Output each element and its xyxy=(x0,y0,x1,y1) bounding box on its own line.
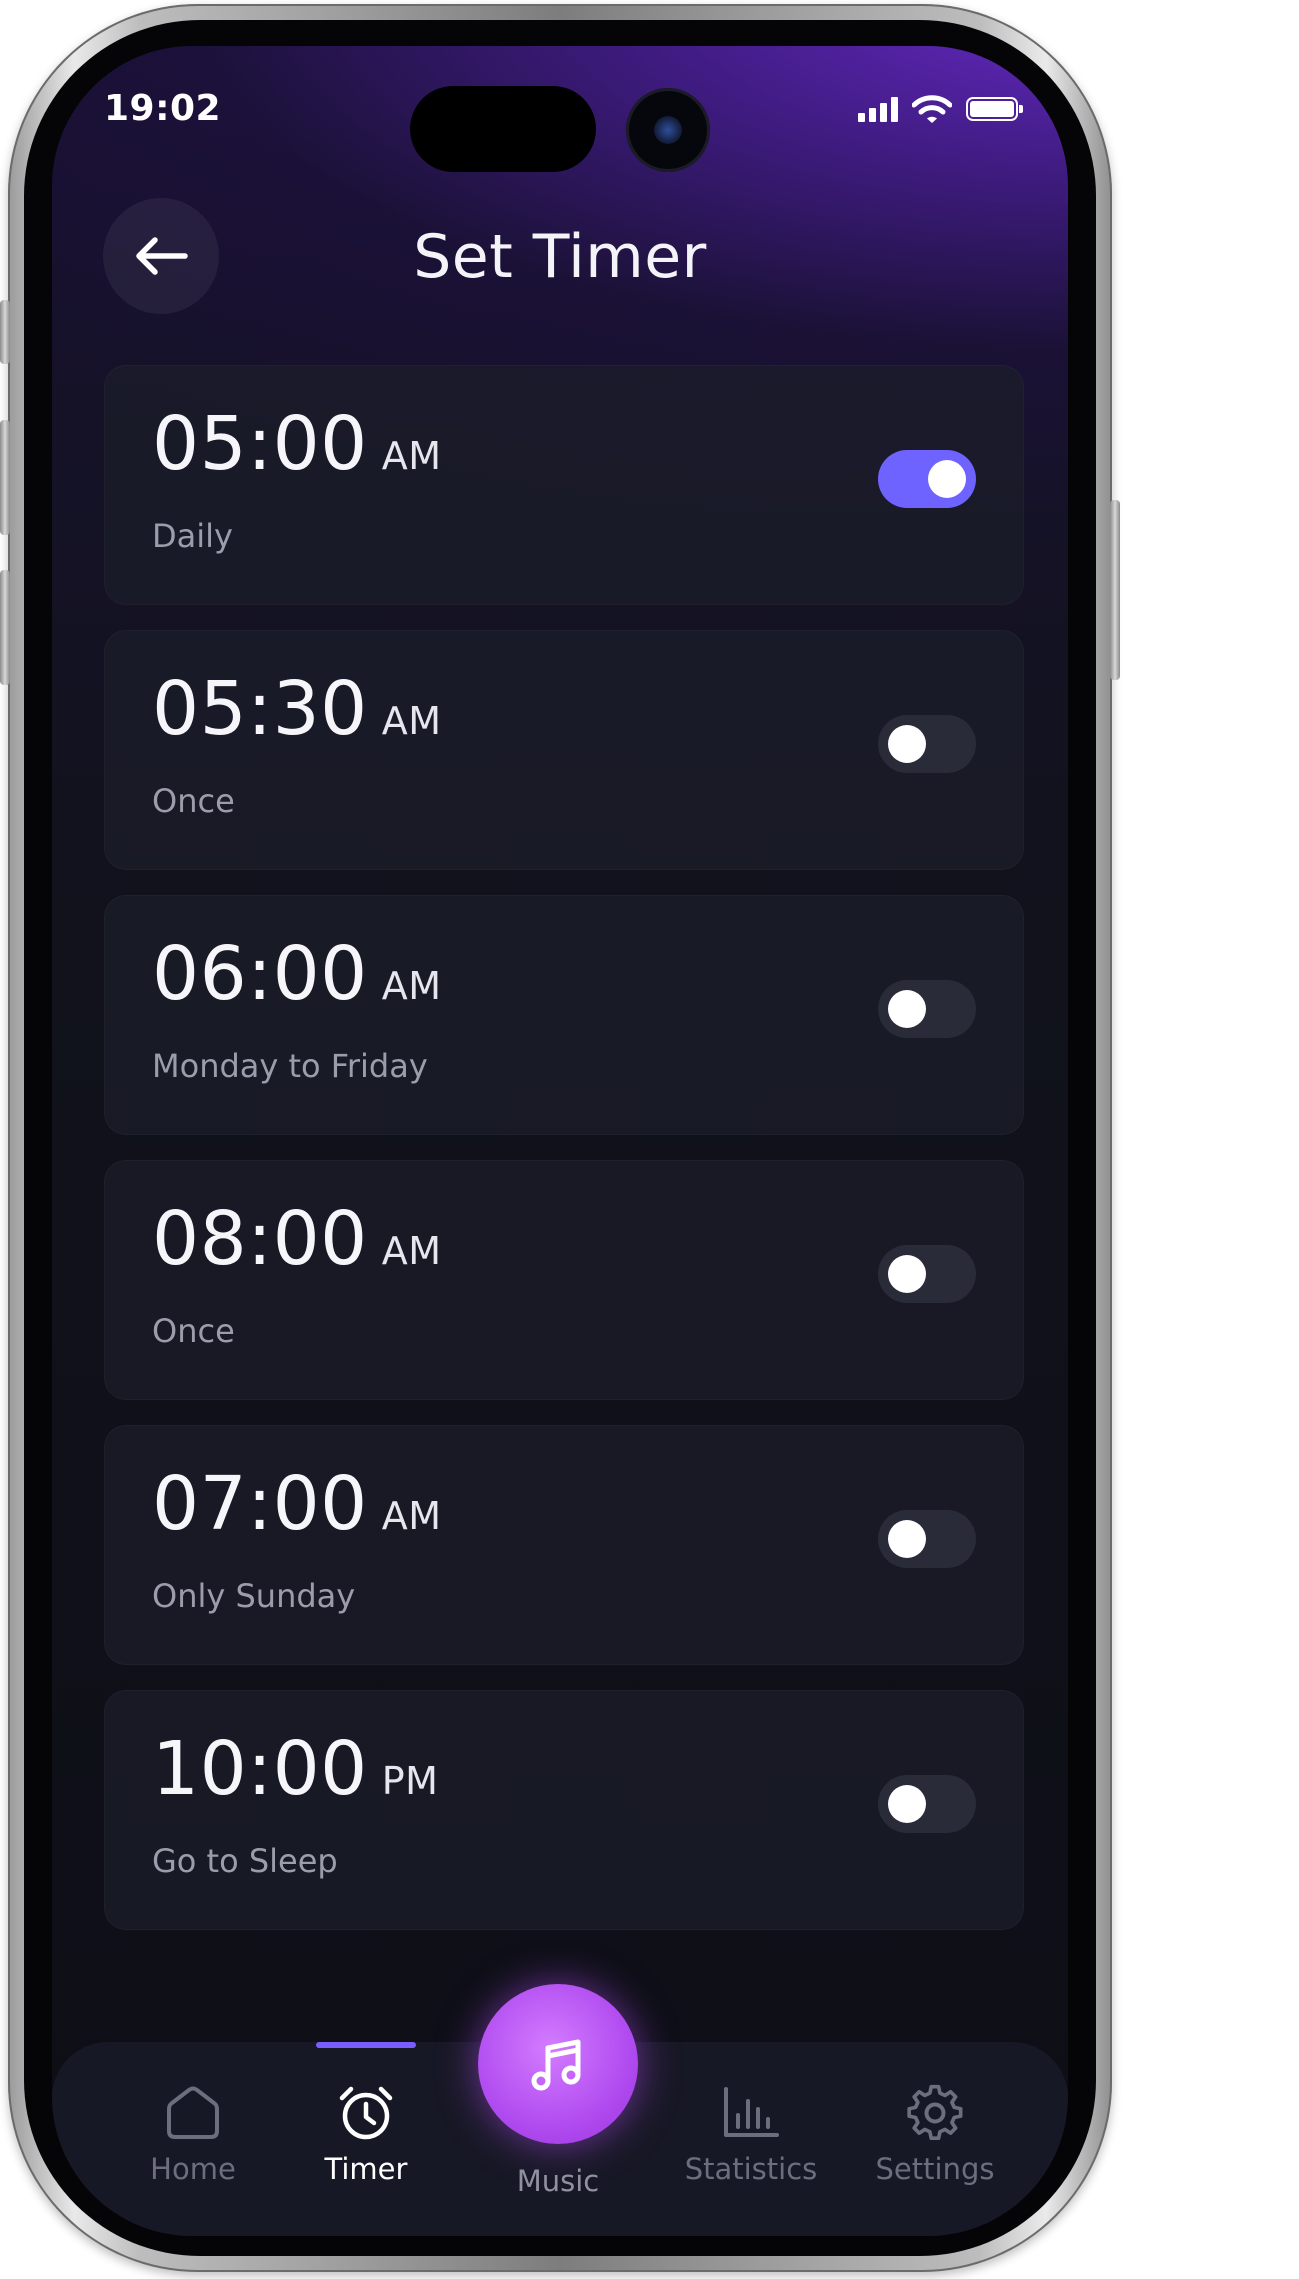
timer-time: 06:00 AM xyxy=(152,931,442,1017)
timer-list: 05:00 AM Daily 05:30 AM Once 06:00 AM Monda… xyxy=(104,365,1024,1955)
timer-period: PM xyxy=(381,1759,439,1803)
toggle-knob xyxy=(888,1520,926,1558)
wifi-icon xyxy=(912,95,952,123)
active-tab-indicator xyxy=(316,2042,416,2048)
timer-time-value: 06:00 xyxy=(152,931,368,1017)
timer-repeat-label: Only Sunday xyxy=(152,1577,356,1615)
page-title: Set Timer xyxy=(413,222,707,292)
nav-label-statistics: Statistics xyxy=(684,2152,818,2186)
timer-time-value: 05:00 xyxy=(152,401,368,487)
nav-item-timer[interactable]: Timer xyxy=(291,2082,441,2186)
camera-lens xyxy=(626,88,710,172)
nav-label-home: Home xyxy=(150,2152,236,2186)
toggle-knob xyxy=(928,460,966,498)
alarm-clock-icon xyxy=(339,2086,393,2140)
timer-period: AM xyxy=(381,434,442,478)
timer-toggle[interactable] xyxy=(878,715,976,773)
timer-toggle[interactable] xyxy=(878,1510,976,1568)
timer-repeat-label: Once xyxy=(152,1312,235,1350)
battery-icon xyxy=(966,97,1023,121)
timer-card[interactable]: 06:00 AM Monday to Friday xyxy=(104,895,1024,1135)
gear-icon xyxy=(907,2084,963,2141)
nav-item-statistics[interactable]: Statistics xyxy=(676,2082,826,2186)
toggle-knob xyxy=(888,1255,926,1293)
nav-item-settings[interactable]: Settings xyxy=(860,2082,1010,2186)
toggle-knob xyxy=(888,725,926,763)
status-icons xyxy=(858,94,1023,124)
music-button[interactable] xyxy=(478,1984,638,2144)
timer-card[interactable]: 10:00 PM Go to Sleep xyxy=(104,1690,1024,1930)
timer-time: 07:00 AM xyxy=(152,1461,442,1547)
side-button-power xyxy=(1110,500,1120,680)
cellular-signal-icon xyxy=(858,96,898,122)
timer-card[interactable]: 05:00 AM Daily xyxy=(104,365,1024,605)
nav-label-timer: Timer xyxy=(324,2152,408,2186)
timer-time-value: 07:00 xyxy=(152,1461,368,1547)
timer-time-value: 08:00 xyxy=(152,1196,368,1282)
timer-period: AM xyxy=(381,1229,442,1273)
timer-period: AM xyxy=(381,964,442,1008)
timer-card[interactable]: 07:00 AM Only Sunday xyxy=(104,1425,1024,1665)
timer-period: AM xyxy=(381,699,442,743)
nav-label-settings: Settings xyxy=(875,2152,995,2186)
toggle-knob xyxy=(888,1785,926,1823)
status-time: 19:02 xyxy=(104,88,222,129)
timer-repeat-label: Daily xyxy=(152,517,233,555)
toggle-knob xyxy=(888,990,926,1028)
timer-repeat-label: Go to Sleep xyxy=(152,1842,338,1880)
app-screen: 19:02 Set Timer 05:00 AM Daily 05:30 AM On… xyxy=(52,46,1068,2236)
timer-toggle[interactable] xyxy=(878,980,976,1038)
timer-repeat-label: Monday to Friday xyxy=(152,1047,428,1085)
timer-card[interactable]: 08:00 AM Once xyxy=(104,1160,1024,1400)
timer-toggle[interactable] xyxy=(878,450,976,508)
timer-time: 05:00 AM xyxy=(152,401,442,487)
timer-time: 10:00 PM xyxy=(152,1726,438,1812)
timer-toggle[interactable] xyxy=(878,1775,976,1833)
side-button-volume-up xyxy=(0,420,10,535)
timer-time-value: 05:30 xyxy=(152,666,368,752)
side-button-volume-down xyxy=(0,570,10,685)
timer-repeat-label: Once xyxy=(152,782,235,820)
bar-chart-icon xyxy=(724,2087,779,2137)
timer-time-value: 10:00 xyxy=(152,1726,368,1812)
side-button-silent xyxy=(0,300,10,364)
dynamic-island xyxy=(410,86,596,172)
timer-toggle[interactable] xyxy=(878,1245,976,1303)
music-note-icon xyxy=(531,2039,581,2091)
timer-time: 08:00 AM xyxy=(152,1196,442,1282)
timer-time: 05:30 AM xyxy=(152,666,442,752)
home-icon xyxy=(167,2086,219,2139)
timer-period: AM xyxy=(381,1494,442,1538)
timer-card[interactable]: 05:30 AM Once xyxy=(104,630,1024,870)
camera-dot xyxy=(654,116,682,144)
nav-label-music: Music xyxy=(516,2164,600,2198)
nav-item-home[interactable]: Home xyxy=(118,2082,268,2186)
